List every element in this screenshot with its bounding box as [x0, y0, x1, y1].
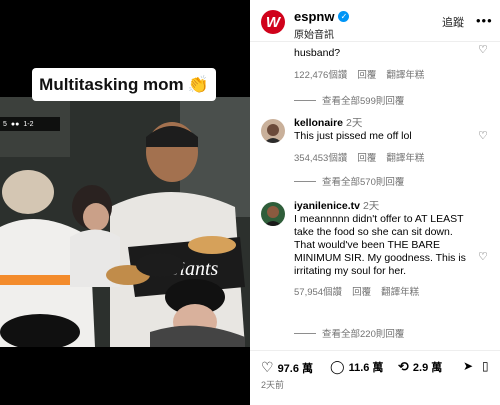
clap-icon: 👏	[187, 74, 209, 94]
share-count: 2.9 萬	[412, 362, 443, 374]
comment-meta: 354,453個讚 回覆 翻譯年糕	[294, 152, 474, 165]
account-handle[interactable]: espnw ✓	[294, 9, 350, 24]
account-avatar[interactable]: W	[261, 10, 285, 34]
replies-divider-line	[294, 99, 316, 101]
comment-text: This just pissed me off lol	[294, 130, 412, 142]
comment-meta: 122,476個讚 回覆 翻譯年糕	[294, 69, 474, 82]
view-replies-button[interactable]: 查看全部599則回覆	[294, 93, 404, 107]
comment-bubble-icon[interactable]: ◯	[330, 359, 345, 375]
iyanilenice-avatar-icon	[261, 202, 285, 226]
share-action[interactable]: ⟲ 2.9 萬	[398, 359, 442, 375]
send-icon[interactable]: ➤	[463, 359, 473, 373]
post-timestamp: 2天前	[261, 380, 285, 390]
reply-button[interactable]: 回覆	[352, 286, 371, 299]
follow-button[interactable]: 追蹤	[442, 14, 464, 30]
comment-username[interactable]: kellonaire	[294, 117, 343, 129]
comment-count: 11.6 萬	[348, 362, 384, 374]
view-replies-text[interactable]: 查看全部599則回覆	[322, 93, 404, 107]
replies-divider-line	[294, 180, 316, 182]
translate-button[interactable]: 翻譯年糕	[381, 286, 419, 299]
verified-badge-icon: ✓	[338, 11, 350, 22]
video-frame[interactable]: Giants	[0, 97, 250, 347]
heart-icon[interactable]: ♡	[261, 359, 274, 376]
commenter-avatar[interactable]	[261, 202, 285, 226]
scorebug-left: 5	[3, 120, 7, 128]
replies-divider-line	[294, 332, 316, 334]
stadium-scene-illustration: Giants	[0, 97, 250, 347]
view-replies-text[interactable]: 查看全部570則回覆	[322, 174, 404, 188]
scorebug: 5 ●● 1-2	[0, 117, 60, 131]
video-caption: Multitasking mom 👏	[32, 68, 216, 101]
comment-body: kellonaire 2天 This just pissed me off lol…	[294, 117, 474, 165]
comment-text: husband?	[294, 47, 341, 59]
comment-text: I meannnnn didn't offer to AT LEAST take…	[294, 213, 466, 277]
comment-likes[interactable]: 354,453個讚	[294, 152, 347, 165]
save-action[interactable]: ▯	[482, 359, 489, 373]
scorebug-score: 1-2	[23, 120, 34, 128]
commenter-avatar[interactable]	[261, 119, 285, 143]
send-action[interactable]: ➤	[463, 359, 473, 373]
like-comment-heart-icon[interactable]: ♡	[478, 129, 488, 142]
comments-list[interactable]: husband? 122,476個讚 回覆 翻譯年糕 ♡ 查看全部599則回覆	[250, 43, 500, 343]
translate-button[interactable]: 翻譯年糕	[386, 152, 424, 165]
translate-button[interactable]: 翻譯年糕	[386, 69, 424, 82]
like-count: 97.6 萬	[277, 362, 314, 375]
reply-button[interactable]: 回覆	[357, 152, 376, 165]
comment-meta: 57,954個讚 回覆 翻譯年糕	[294, 286, 474, 299]
like-action[interactable]: ♡ 97.6 萬	[261, 359, 313, 376]
comment-likes[interactable]: 122,476個讚	[294, 69, 347, 82]
espnw-logo-icon: W	[265, 13, 281, 31]
comment-action[interactable]: ◯ 11.6 萬	[330, 359, 383, 375]
post-side-panel: W espnw ✓ 原始音訊 追蹤 ••• husband? 122,476個讚…	[250, 0, 500, 405]
kellonaire-avatar-icon	[261, 119, 285, 143]
scorebug-dots-icon: ●●	[10, 120, 20, 128]
post-header: W espnw ✓ 原始音訊 追蹤 •••	[250, 0, 500, 42]
comment-likes[interactable]: 57,954個讚	[294, 286, 342, 299]
repost-icon[interactable]: ⟲	[398, 359, 409, 375]
more-options-icon[interactable]: •••	[476, 13, 493, 28]
view-replies-button[interactable]: 查看全部220則回覆	[294, 326, 404, 340]
reply-button[interactable]: 回覆	[357, 69, 376, 82]
caption-text: Multitasking mom	[39, 74, 184, 94]
like-comment-heart-icon[interactable]: ♡	[478, 250, 488, 263]
bookmark-icon[interactable]: ▯	[482, 359, 489, 373]
like-comment-heart-icon[interactable]: ♡	[478, 43, 488, 56]
comment-time: 2天	[362, 200, 380, 212]
comment-time: 2天	[346, 117, 363, 129]
post-actions-bar: ♡ 97.6 萬 ◯ 11.6 萬 ⟲ 2.9 萬 ➤ ▯	[250, 350, 500, 378]
view-replies-button[interactable]: 查看全部570則回覆	[294, 174, 404, 188]
view-replies-text[interactable]: 查看全部220則回覆	[322, 326, 404, 340]
comment-username[interactable]: iyanilenice.tv	[294, 200, 360, 212]
handle-text[interactable]: espnw	[294, 9, 334, 24]
audio-label[interactable]: 原始音訊	[294, 26, 334, 41]
post-media[interactable]: Giants 5 ●● 1-2 Multitasking mom 👏	[0, 0, 250, 405]
comment-body: iyanilenice.tv 2天 I meannnnn didn't offer…	[294, 200, 474, 299]
comment-body: husband? 122,476個讚 回覆 翻譯年糕	[294, 47, 474, 82]
